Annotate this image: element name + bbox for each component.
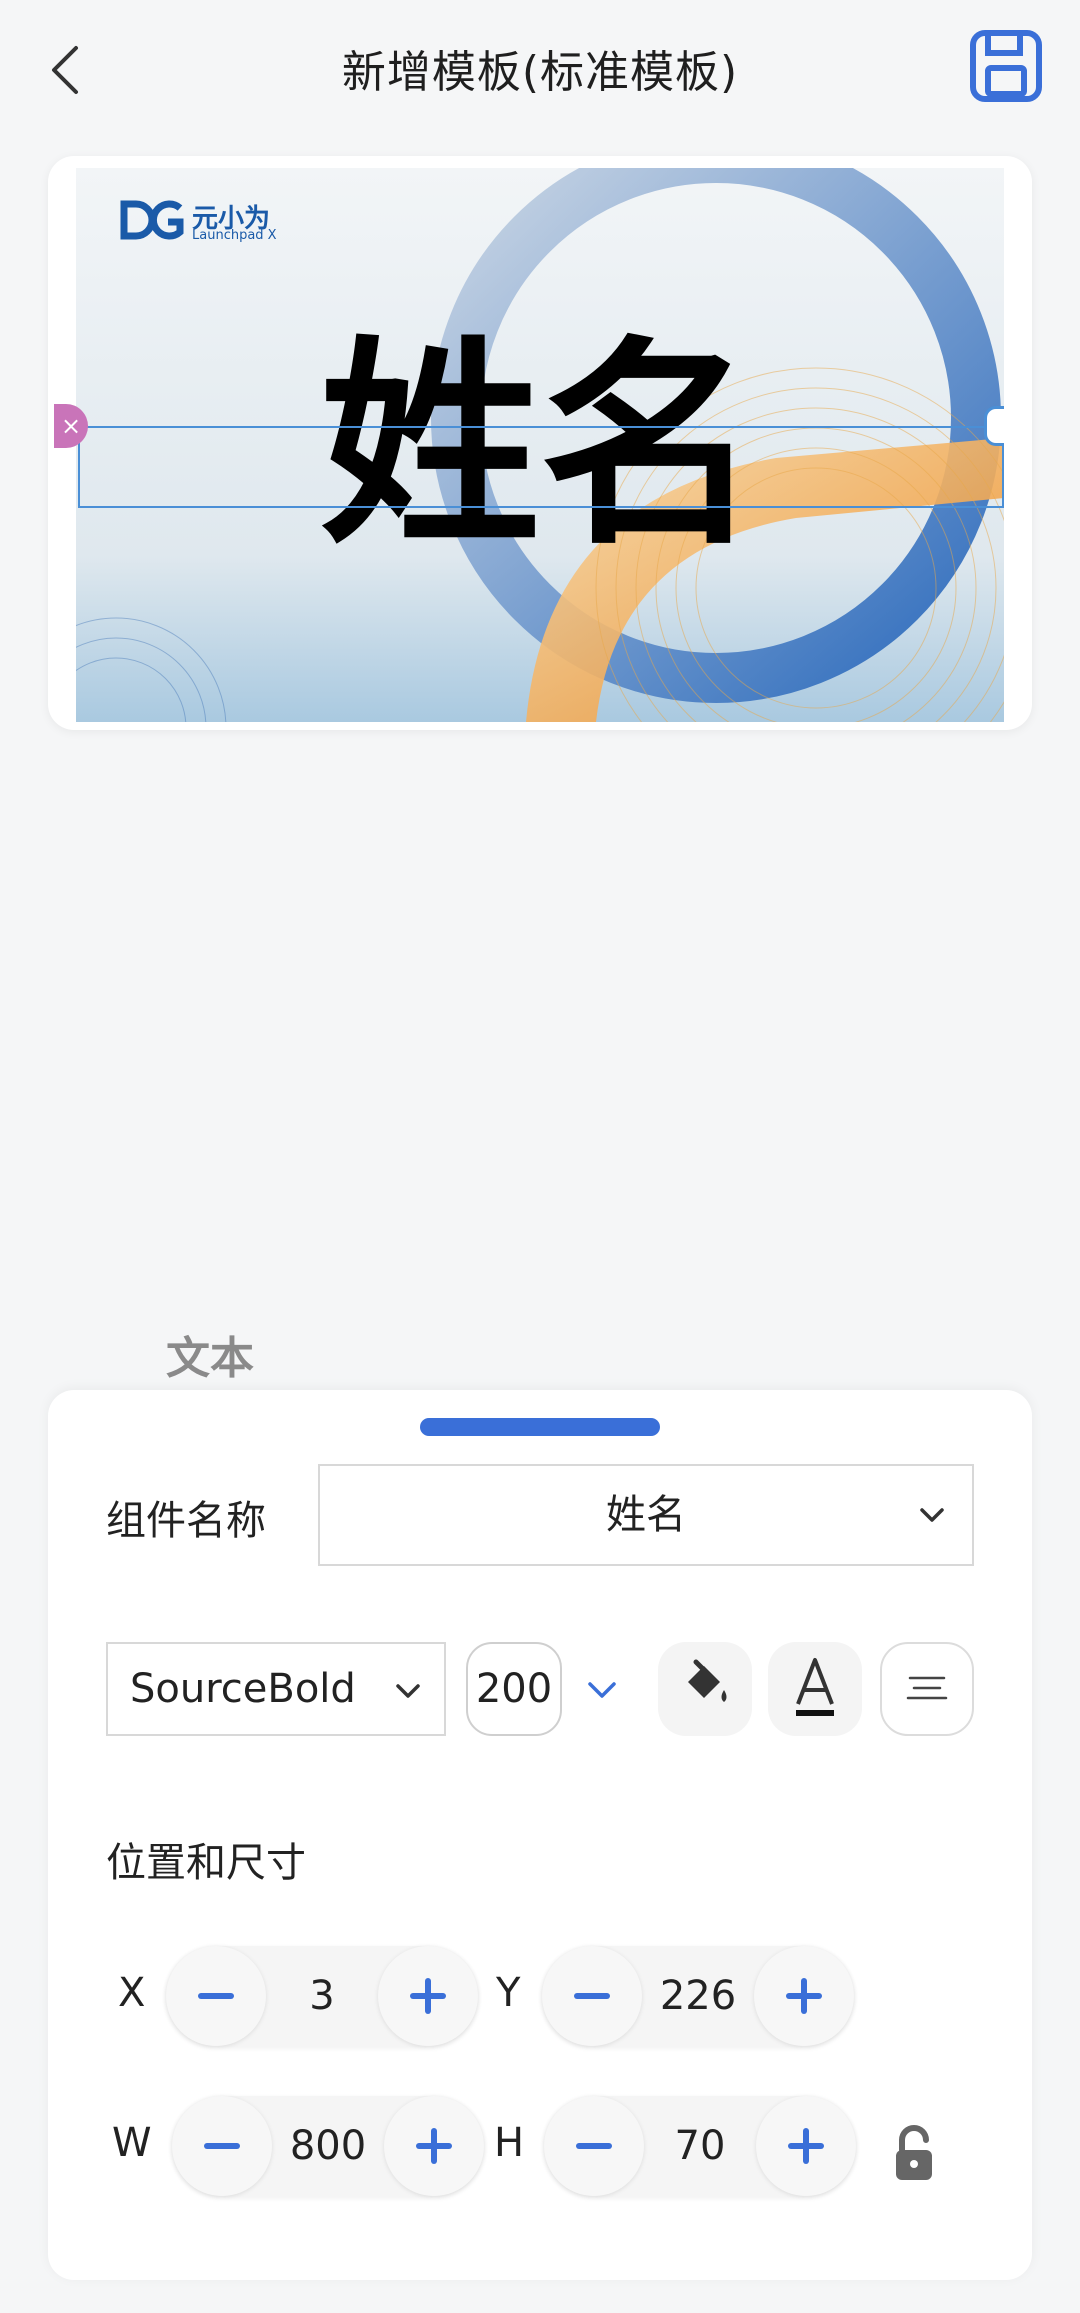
component-name-label: 组件名称	[106, 1498, 266, 1544]
y-decrement-button[interactable]	[542, 1946, 642, 2046]
minus-icon	[574, 1993, 610, 1999]
x-stepper: 3	[166, 1946, 478, 2046]
y-value[interactable]: 226	[642, 1946, 754, 2046]
x-value[interactable]: 3	[266, 1946, 378, 2046]
w-label: W	[112, 2120, 152, 2166]
x-decrement-button[interactable]	[166, 1946, 266, 2046]
font-family-value: SourceBold	[130, 1666, 356, 1712]
logo-subtext: Launchpad X	[192, 228, 277, 243]
h-increment-button[interactable]	[756, 2096, 856, 2196]
font-family-select[interactable]: SourceBold	[106, 1642, 446, 1736]
text-color-icon	[796, 1658, 834, 1716]
w-decrement-button[interactable]	[172, 2096, 272, 2196]
chevron-down-icon	[396, 1684, 420, 1698]
h-stepper: 70	[544, 2096, 856, 2196]
y-label: Y	[496, 1970, 521, 2016]
x-label: X	[118, 1970, 146, 2016]
save-icon	[970, 30, 1042, 102]
font-size-input[interactable]: 200	[466, 1642, 562, 1736]
save-button[interactable]	[968, 28, 1044, 104]
align-center-icon	[906, 1676, 948, 1700]
template-canvas[interactable]: 元小为 Launchpad X 姓名	[76, 168, 1004, 722]
w-value[interactable]: 800	[272, 2096, 384, 2196]
y-increment-button[interactable]	[754, 1946, 854, 2046]
x-increment-button[interactable]	[378, 1946, 478, 2046]
page-title: 新增模板(标准模板)	[341, 47, 739, 98]
w-increment-button[interactable]	[384, 2096, 484, 2196]
minus-icon	[198, 1993, 234, 1999]
panel-drag-handle[interactable]	[420, 1418, 660, 1436]
section-label: 文本	[166, 1333, 254, 1384]
w-stepper: 800	[172, 2096, 484, 2196]
minus-icon	[204, 2143, 240, 2149]
selection-box	[78, 426, 1004, 508]
h-value[interactable]: 70	[644, 2096, 756, 2196]
fill-color-button[interactable]	[658, 1642, 752, 1736]
unlock-icon[interactable]	[892, 2124, 936, 2184]
h-decrement-button[interactable]	[544, 2096, 644, 2196]
chevron-down-icon	[920, 1508, 944, 1522]
y-stepper: 226	[542, 1946, 854, 2046]
logo-icon	[120, 200, 184, 240]
text-align-button[interactable]	[880, 1642, 974, 1736]
resize-handle[interactable]	[984, 406, 1004, 446]
font-size-chevron-icon[interactable]	[584, 1670, 620, 1710]
minus-icon	[576, 2143, 612, 2149]
position-size-label: 位置和尺寸	[106, 1840, 306, 1886]
h-label: H	[494, 2120, 525, 2166]
fill-color-icon	[684, 1659, 727, 1718]
component-name-select[interactable]: 姓名	[318, 1464, 974, 1566]
component-name-value: 姓名	[606, 1492, 686, 1538]
text-color-button[interactable]	[768, 1642, 862, 1736]
